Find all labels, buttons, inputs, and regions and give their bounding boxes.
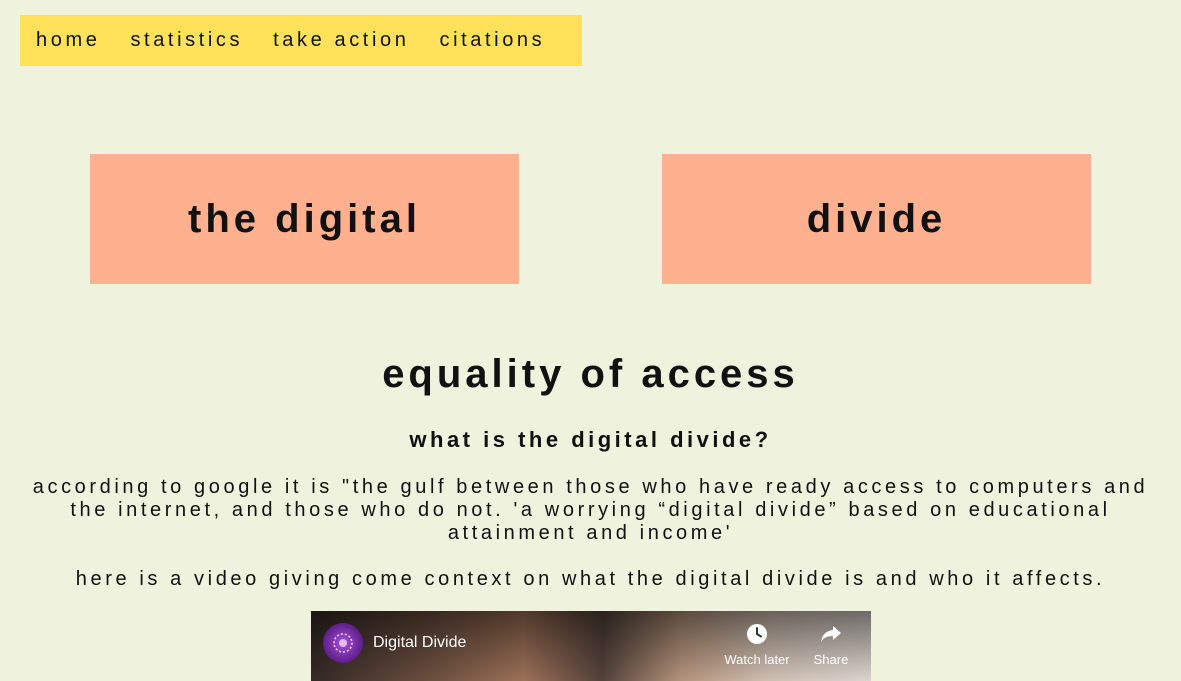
channel-logo-icon bbox=[333, 633, 353, 653]
top-nav: home statistics take action citations bbox=[20, 15, 582, 66]
title-right-box: divide bbox=[662, 154, 1091, 284]
share-label: Share bbox=[813, 652, 849, 667]
embedded-video-player[interactable]: Digital Divide Watch later Share bbox=[311, 611, 871, 681]
watch-later-button[interactable]: Watch later bbox=[722, 623, 792, 667]
page-heading: equality of access bbox=[382, 352, 799, 396]
nav-statistics-link[interactable]: statistics bbox=[130, 29, 243, 52]
watch-later-label: Watch later bbox=[724, 652, 790, 667]
title-left-box: the digital bbox=[90, 154, 519, 284]
nav-citations-link[interactable]: citations bbox=[439, 29, 545, 52]
clock-icon bbox=[747, 624, 767, 644]
share-button[interactable]: Share bbox=[796, 623, 866, 667]
nav-take-action-link[interactable]: take action bbox=[273, 29, 409, 52]
definition-paragraph: according to google it is "the gulf betw… bbox=[32, 476, 1149, 544]
video-title[interactable]: Digital Divide bbox=[373, 634, 466, 652]
page-subheading: what is the digital divide? bbox=[409, 427, 772, 452]
share-arrow-icon bbox=[821, 626, 841, 642]
video-intro-paragraph: here is a video giving come context on w… bbox=[75, 568, 1106, 590]
channel-avatar-icon[interactable] bbox=[323, 623, 363, 663]
nav-home-link[interactable]: home bbox=[36, 29, 100, 52]
